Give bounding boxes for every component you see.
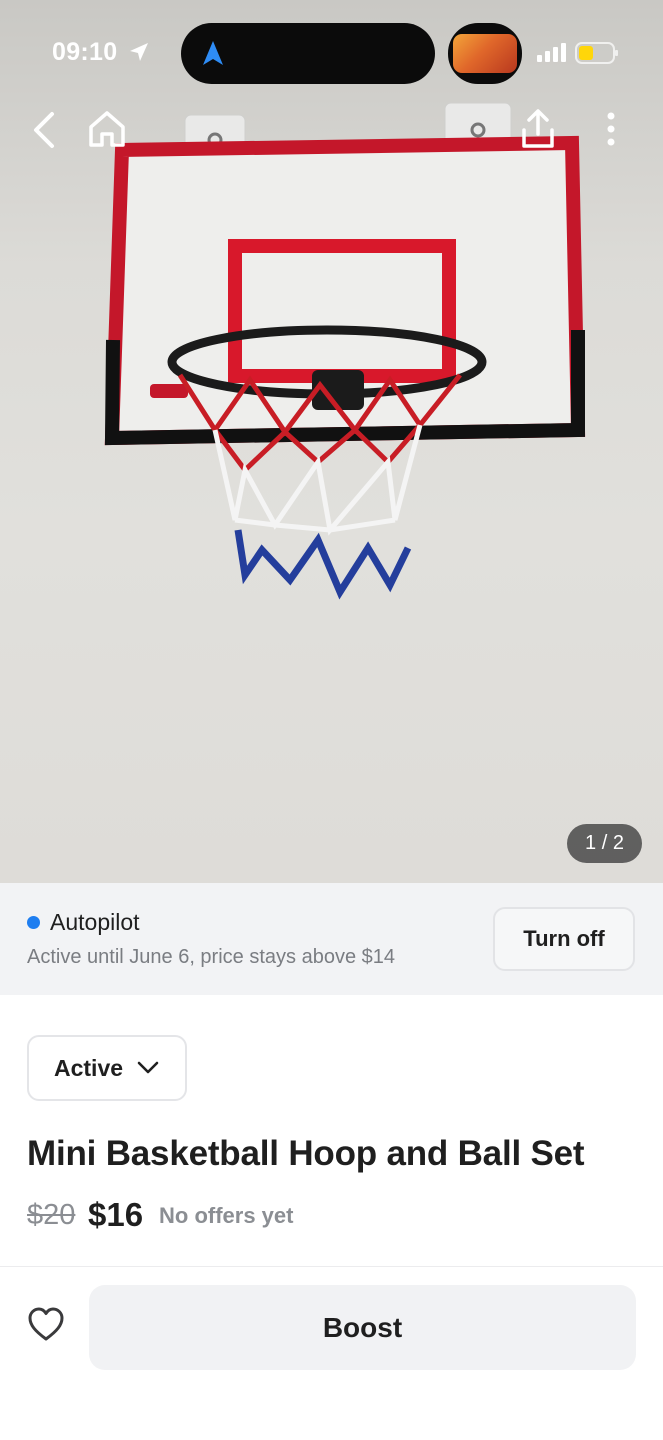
turn-off-button[interactable]: Turn off (493, 907, 635, 971)
image-counter: 1 / 2 (567, 824, 642, 863)
autopilot-title: Autopilot (50, 909, 140, 935)
boost-button[interactable]: Boost (89, 1285, 636, 1370)
dynamic-island[interactable] (181, 23, 435, 84)
chevron-down-icon (137, 1061, 159, 1074)
home-icon[interactable] (86, 108, 128, 150)
location-arrow-icon (130, 43, 148, 61)
status-time: 09:10 (52, 38, 118, 66)
share-icon[interactable] (517, 108, 559, 150)
original-price: $20 (27, 1199, 76, 1231)
autopilot-subtitle: Active until June 6, price stays above $… (27, 946, 395, 968)
listing-status-label: Active (54, 1054, 124, 1081)
listing-status-dropdown[interactable]: Active (27, 1035, 187, 1101)
battery-icon (575, 42, 618, 64)
offers-status: No offers yet (159, 1203, 294, 1228)
autopilot-status-dot (27, 916, 40, 929)
listing-title: Mini Basketball Hoop and Ball Set (27, 1134, 585, 1173)
current-price: $16 (88, 1196, 144, 1233)
status-bar: 09:10 (0, 0, 663, 100)
heart-icon[interactable] (27, 1306, 65, 1342)
now-playing-thumbnail[interactable] (448, 23, 522, 84)
signal-icon (537, 43, 566, 62)
navigation-icon (203, 41, 223, 65)
more-vertical-icon[interactable] (596, 108, 626, 150)
album-art (453, 34, 517, 73)
chevron-left-icon[interactable] (28, 110, 62, 150)
